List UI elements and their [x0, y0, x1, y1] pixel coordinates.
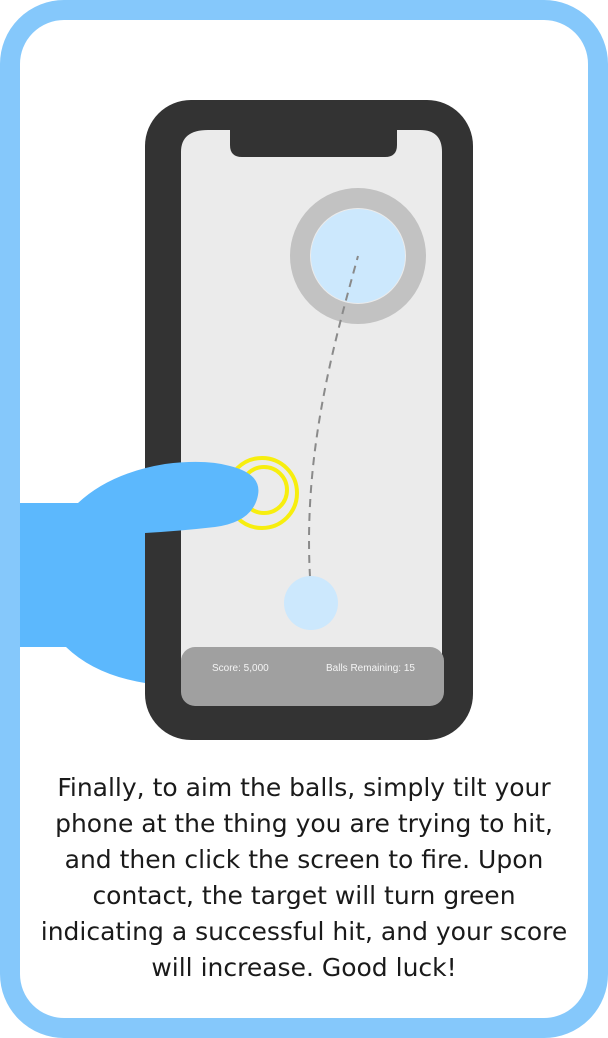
target-center — [311, 209, 405, 303]
instructions-text: Finally, to aim the balls, simply tilt y… — [40, 773, 568, 982]
balls-remaining-label: Balls Remaining: 15 — [326, 663, 415, 674]
ball — [284, 576, 338, 630]
tutorial-illustration — [20, 100, 473, 740]
hud-bar — [181, 647, 444, 706]
score-label: Score: 5,000 — [212, 663, 269, 674]
